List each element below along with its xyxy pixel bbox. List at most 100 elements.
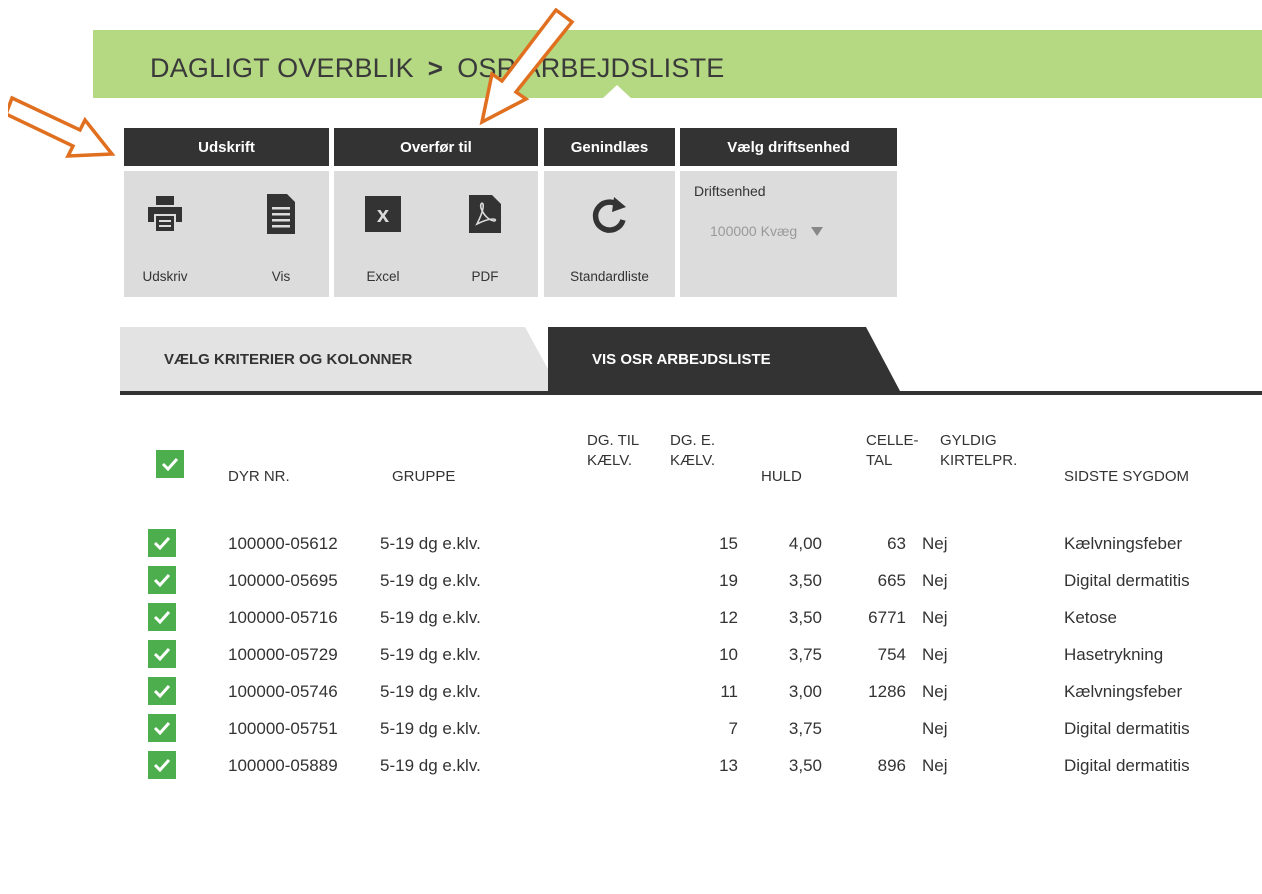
header-dg-e-line1: DG. E. — [670, 432, 716, 449]
table-row[interactable]: 100000-05889 5-19 dg e.klv. 13 3,50 896 Nej Di… — [0, 748, 1262, 785]
unit-select[interactable]: 100000 Kvæg — [710, 223, 824, 239]
header-dg-e-line2: KÆLV. — [670, 452, 716, 469]
cell-sidste-sygdom: Digital dermatitis — [1064, 719, 1190, 738]
cell-sidste-sygdom: Kælvningsfeber — [1064, 534, 1183, 553]
table-header: DYR NR. GRUPPE DG. TIL KÆLV. DG. E. KÆLV… — [0, 425, 1262, 495]
document-icon — [266, 193, 296, 235]
table-row[interactable]: 100000-05716 5-19 dg e.klv. 12 3,50 6771 Nej K… — [0, 600, 1262, 637]
select-all-checkbox[interactable] — [156, 450, 184, 478]
row-checkbox[interactable] — [148, 714, 176, 742]
cell-sidste-sygdom: Digital dermatitis — [1064, 571, 1190, 590]
header-huld[interactable]: HULD — [761, 467, 802, 487]
cell-dg-e-kaelv: 11 — [720, 682, 738, 701]
cell-dg-e-kaelv: 7 — [728, 719, 738, 738]
export-group: Overfør til x Excel PDF — [334, 128, 538, 297]
cell-gruppe: 5-19 dg e.klv. — [380, 756, 481, 775]
header-dg-til-line1: DG. TIL — [587, 432, 640, 449]
pdf-button[interactable]: PDF — [450, 171, 520, 297]
cell-dyr-nr: 100000-05751 — [228, 719, 338, 738]
header-gruppe[interactable]: GRUPPE — [392, 467, 455, 487]
tab-criteria[interactable]: VÆLG KRITERIER OG KOLONNER — [120, 327, 560, 391]
cell-huld: 3,75 — [788, 645, 822, 664]
header-kirtel-line1: GYLDIG — [940, 432, 997, 449]
cell-dyr-nr: 100000-05695 — [228, 571, 338, 590]
unit-group: Vælg driftsenhed Driftsenhed 100000 Kvæg — [680, 128, 897, 297]
cell-celletal: 896 — [877, 756, 906, 775]
checkmark-icon — [153, 573, 171, 587]
cell-dyr-nr: 100000-05716 — [228, 608, 338, 627]
row-checkbox[interactable] — [148, 603, 176, 631]
svg-text:x: x — [377, 202, 390, 227]
cell-huld: 3,00 — [788, 682, 822, 701]
tab-worklist[interactable]: VIS OSR ARBEJDSLISTE — [548, 327, 900, 391]
header-dg-e-kaelv[interactable]: DG. E. KÆLV. — [670, 431, 715, 471]
cell-dg-e-kaelv: 12 — [719, 608, 738, 627]
printer-icon — [147, 193, 183, 235]
cell-sidste-sygdom: Ketose — [1064, 608, 1117, 627]
view-button-label: Vis — [271, 269, 291, 284]
checkmark-icon — [153, 684, 171, 698]
row-checkbox[interactable] — [148, 566, 176, 594]
cell-dg-e-kaelv: 19 — [719, 571, 738, 590]
header-dyr-nr[interactable]: DYR NR. — [228, 467, 290, 487]
print-group: Udskrift Udskriv Vis — [124, 128, 329, 297]
checkmark-icon — [161, 457, 179, 471]
cell-kirtelpr: Nej — [922, 719, 948, 738]
cell-dyr-nr: 100000-05729 — [228, 645, 338, 664]
annotation-arrow-icon — [479, 8, 575, 126]
unit-group-title: Vælg driftsenhed — [680, 128, 897, 166]
cell-sidste-sygdom: Digital dermatitis — [1064, 756, 1190, 775]
cell-kirtelpr: Nej — [922, 571, 948, 590]
checkmark-icon — [153, 536, 171, 550]
standard-list-label: Standardliste — [570, 269, 649, 284]
print-button-label: Udskriv — [142, 269, 188, 284]
checkmark-icon — [153, 721, 171, 735]
cell-dg-e-kaelv: 15 — [719, 534, 738, 553]
unit-field-label: Driftsenhed — [694, 183, 766, 199]
cell-dyr-nr: 100000-05612 — [228, 534, 338, 553]
pdf-button-label: PDF — [471, 269, 499, 284]
cell-kirtelpr: Nej — [922, 608, 948, 627]
cell-gruppe: 5-19 dg e.klv. — [380, 719, 481, 738]
row-checkbox[interactable] — [148, 751, 176, 779]
cell-huld: 3,50 — [788, 608, 822, 627]
cell-celletal: 6771 — [868, 608, 906, 627]
row-checkbox[interactable] — [148, 640, 176, 668]
breadcrumb-item-overview[interactable]: DAGLIGT OVERBLIK — [150, 53, 414, 84]
table-row[interactable]: 100000-05695 5-19 dg e.klv. 19 3,50 665 Nej Di… — [0, 563, 1262, 600]
cell-sidste-sygdom: Kælvningsfeber — [1064, 682, 1183, 701]
table-row[interactable]: 100000-05729 5-19 dg e.klv. 10 3,75 754 Nej Ha… — [0, 637, 1262, 674]
header-celletal-line2: TAL — [866, 452, 893, 469]
annotation-arrow-icon — [8, 95, 116, 158]
row-checkbox[interactable] — [148, 677, 176, 705]
header-dg-til-kaelv[interactable]: DG. TIL KÆLV. — [587, 431, 639, 471]
row-checkbox[interactable] — [148, 529, 176, 557]
excel-button[interactable]: x Excel — [348, 171, 418, 297]
print-button[interactable]: Udskriv — [130, 171, 200, 297]
cell-kirtelpr: Nej — [922, 756, 948, 775]
export-group-title: Overfør til — [334, 128, 538, 166]
refresh-icon — [590, 193, 630, 235]
checkmark-icon — [153, 610, 171, 624]
caret-down-icon — [811, 226, 824, 236]
header-sidste-sygdom[interactable]: SIDSTE SYGDOM — [1064, 467, 1189, 487]
cell-huld: 3,50 — [788, 756, 822, 775]
table-row[interactable]: 100000-05746 5-19 dg e.klv. 11 3,00 1286 Nej K… — [0, 674, 1262, 711]
view-button[interactable]: Vis — [246, 171, 316, 297]
cell-kirtelpr: Nej — [922, 534, 948, 553]
header-celletal-line1: CELLE- — [866, 432, 919, 449]
print-group-title: Udskrift — [124, 128, 329, 166]
cell-celletal: 754 — [877, 645, 906, 664]
header-kirtelpr[interactable]: GYLDIG KIRTELPR. — [940, 431, 1017, 471]
standard-list-button[interactable]: Standardliste — [544, 171, 675, 297]
cell-dyr-nr: 100000-05746 — [228, 682, 338, 701]
header-dg-til-line2: KÆLV. — [587, 452, 633, 469]
cell-gruppe: 5-19 dg e.klv. — [380, 682, 481, 701]
excel-icon: x — [365, 193, 401, 235]
cell-dg-e-kaelv: 13 — [719, 756, 738, 775]
unit-select-value: 100000 Kvæg — [710, 223, 798, 239]
table-row[interactable]: 100000-05751 5-19 dg e.klv. 7 3,75 Nej Digita… — [0, 711, 1262, 748]
table-row[interactable]: 100000-05612 5-19 dg e.klv. 15 4,00 63 Nej Kæl… — [0, 526, 1262, 563]
cell-gruppe: 5-19 dg e.klv. — [380, 608, 481, 627]
header-celletal[interactable]: CELLE- TAL — [866, 431, 919, 471]
